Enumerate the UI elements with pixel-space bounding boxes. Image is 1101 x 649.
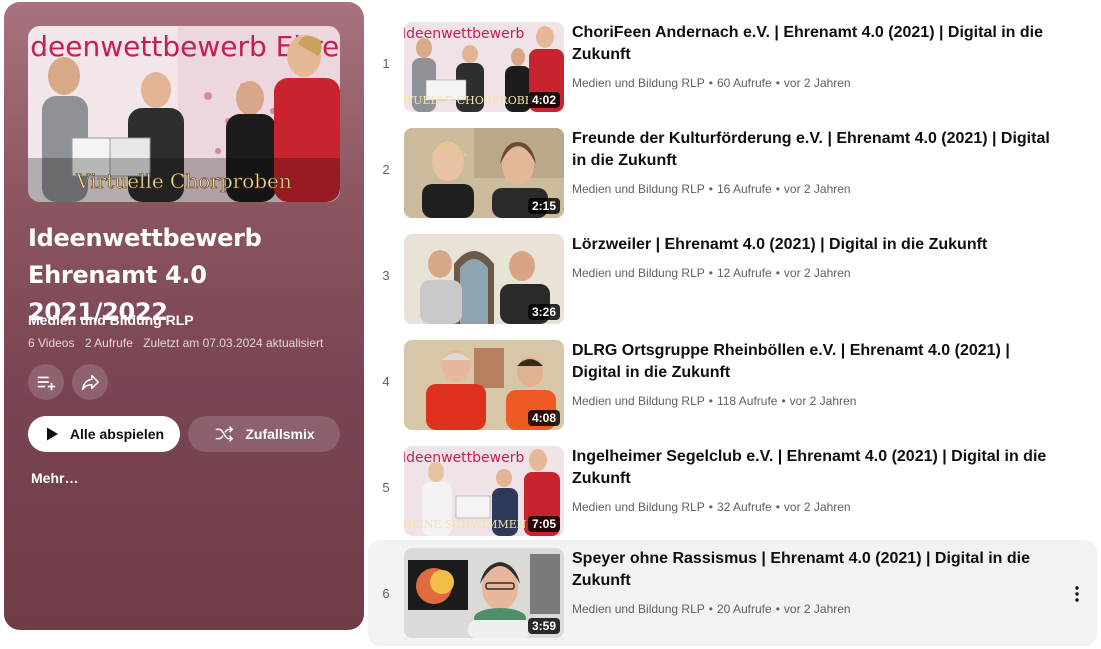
- video-thumbnail[interactable]: 4:08: [404, 340, 564, 430]
- video-views: 12 Aufrufe: [716, 266, 772, 280]
- video-views: 20 Aufrufe: [716, 602, 772, 616]
- video-views: 16 Aufrufe: [716, 182, 772, 196]
- video-meta: Medien und Bildung RLP • 60 Aufrufe • vor 2 …: [572, 76, 851, 90]
- shuffle-icon: [216, 426, 234, 442]
- video-views: 32 Aufrufe: [716, 500, 772, 514]
- video-title[interactable]: Speyer ohne Rassismus | Ehrenamt 4.0 (20…: [572, 548, 1062, 592]
- video-title[interactable]: Ingelheimer Segelclub e.V. | Ehrenamt 4.…: [572, 446, 1062, 490]
- playlist-channel-link[interactable]: Medien und Bildung RLP: [28, 312, 194, 328]
- video-views: 60 Aufrufe: [716, 76, 772, 90]
- video-duration: 4:08: [527, 410, 560, 426]
- video-age: vor 2 Jahren: [783, 76, 851, 90]
- playlist-video-row[interactable]: 1 Ideenwettbewerb VIRTUELLE CHORPROBEN 4…: [368, 16, 1097, 116]
- svg-text:VIRTUELLE CHORPROBEN: VIRTUELLE CHORPROBEN: [404, 94, 543, 107]
- video-thumbnail[interactable]: 3:59: [404, 548, 564, 638]
- video-age: vor 2 Jahren: [783, 266, 851, 280]
- svg-text:ONLINE SCHWIMMEN: ONLINE SCHWIMMEN: [404, 518, 527, 531]
- video-index: 6: [382, 586, 390, 601]
- video-age: vor 2 Jahren: [783, 500, 851, 514]
- play-all-button[interactable]: Alle abspielen: [28, 416, 180, 452]
- shuffle-button[interactable]: Zufallsmix: [188, 416, 340, 452]
- kebab-menu-icon: [1075, 586, 1079, 602]
- shuffle-label: Zufallsmix: [245, 426, 315, 442]
- video-duration: 3:59: [527, 618, 560, 634]
- playlist-video-row[interactable]: 4 4:08 DLRG Ortsgruppe Rheinböllen e.V. …: [368, 334, 1097, 434]
- playlist-updated-date: Zuletzt am 07.03.2024 aktualisiert: [143, 336, 324, 350]
- video-index: 5: [382, 480, 390, 495]
- playlist-thumbnail[interactable]: Ideenwettbewerb Ehrenamt 4.0 Virtuelle C…: [28, 26, 340, 202]
- video-meta: Medien und Bildung RLP • 12 Aufrufe • vor 2 …: [572, 266, 851, 280]
- playlist-video-row[interactable]: 5 Ideenwettbewerb ONLINE SCHWIMMEN 7:05 …: [368, 440, 1097, 540]
- video-thumbnail[interactable]: 2:15: [404, 128, 564, 218]
- play-icon: [46, 427, 58, 441]
- video-channel[interactable]: Medien und Bildung RLP: [572, 76, 705, 90]
- video-title[interactable]: DLRG Ortsgruppe Rheinböllen e.V. | Ehren…: [572, 340, 1062, 384]
- video-duration: 3:26: [527, 304, 560, 320]
- video-channel[interactable]: Medien und Bildung RLP: [572, 182, 705, 196]
- video-meta: Medien und Bildung RLP • 32 Aufrufe • vor 2 …: [572, 500, 851, 514]
- svg-text:Ideenwettbewerb: Ideenwettbewerb: [404, 450, 524, 466]
- video-meta: Medien und Bildung RLP • 20 Aufrufe • vor 2 …: [572, 602, 851, 616]
- video-age: vor 2 Jahren: [789, 394, 857, 408]
- play-all-label: Alle abspielen: [69, 426, 165, 442]
- video-channel[interactable]: Medien und Bildung RLP: [572, 266, 705, 280]
- playlist-thumbnail-image: Ideenwettbewerb Ehrenamt 4.0 Virtuelle C…: [28, 26, 340, 202]
- video-duration: 4:02: [527, 92, 560, 108]
- share-button[interactable]: [72, 364, 108, 400]
- video-title[interactable]: ChoriFeen Andernach e.V. | Ehrenamt 4.0 …: [572, 22, 1062, 66]
- video-channel[interactable]: Medien und Bildung RLP: [572, 602, 705, 616]
- video-thumbnail[interactable]: 3:26: [404, 234, 564, 324]
- more-link[interactable]: Mehr…: [31, 470, 78, 486]
- video-title[interactable]: Lörzweiler | Ehrenamt 4.0 (2021) | Digit…: [572, 234, 1062, 256]
- playlist-video-count: 6 Videos: [28, 336, 75, 350]
- add-to-queue-button[interactable]: [28, 364, 64, 400]
- playlist-video-row[interactable]: 6 3:59 Speyer ohne Rassismus | Ehrenamt …: [368, 540, 1097, 646]
- video-duration: 7:05: [527, 516, 560, 532]
- video-duration: 2:15: [527, 198, 560, 214]
- more-actions-button[interactable]: [1063, 580, 1091, 608]
- video-index: 1: [382, 56, 390, 71]
- playlist-video-row[interactable]: 2 2:15 Freunde der Kulturförderung e.V. …: [368, 122, 1097, 222]
- video-thumbnail[interactable]: Ideenwettbewerb ONLINE SCHWIMMEN 7:05: [404, 446, 564, 536]
- video-index: 3: [382, 268, 390, 283]
- playlist-video-row[interactable]: 3 3:26 Lörzweiler | Ehrenamt 4.0 (2021) …: [368, 228, 1097, 328]
- playlist-meta: 6 Videos 2 Aufrufe Zuletzt am 07.03.2024…: [28, 336, 330, 350]
- video-thumbnail[interactable]: Ideenwettbewerb VIRTUELLE CHORPROBEN 4:0…: [404, 22, 564, 112]
- video-channel[interactable]: Medien und Bildung RLP: [572, 500, 705, 514]
- video-meta: Medien und Bildung RLP • 118 Aufrufe • vor 2…: [572, 394, 857, 408]
- video-age: vor 2 Jahren: [783, 182, 851, 196]
- thumbnail-caption-text: Virtuelle Chorproben: [75, 169, 292, 193]
- playlist-view-count: 2 Aufrufe: [84, 336, 133, 350]
- playlist-header-panel: Ideenwettbewerb Ehrenamt 4.0 Virtuelle C…: [4, 2, 364, 630]
- share-icon: [81, 374, 99, 391]
- video-age: vor 2 Jahren: [783, 602, 851, 616]
- video-channel[interactable]: Medien und Bildung RLP: [572, 394, 705, 408]
- video-index: 4: [382, 374, 390, 389]
- video-meta: Medien und Bildung RLP • 16 Aufrufe • vor 2 …: [572, 182, 851, 196]
- video-index: 2: [382, 162, 390, 177]
- video-title[interactable]: Freunde der Kulturförderung e.V. | Ehren…: [572, 128, 1062, 172]
- playlist-add-icon: [37, 376, 56, 391]
- playlist-title-line-1: Ideenwettbewerb: [28, 224, 262, 252]
- video-views: 118 Aufrufe: [716, 394, 778, 408]
